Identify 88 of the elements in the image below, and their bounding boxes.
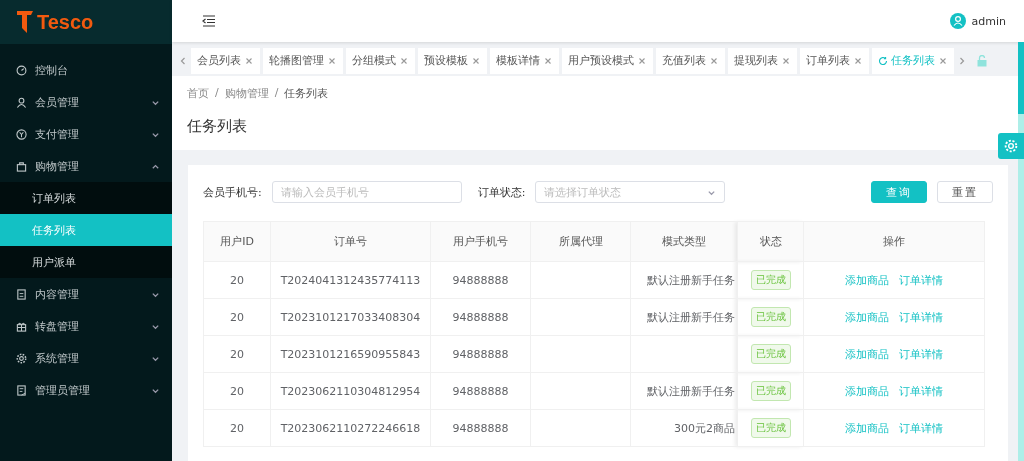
scrollbar-thumb[interactable] — [1018, 42, 1024, 114]
tab[interactable]: 轮播图管理 — [263, 48, 343, 74]
username[interactable]: admin — [971, 14, 1006, 28]
tab[interactable]: 提现列表 — [728, 48, 797, 74]
filter-label: 会员手机号: — [203, 184, 262, 200]
person-icon — [16, 96, 27, 108]
avatar-icon[interactable] — [949, 13, 966, 29]
id-card-icon — [16, 384, 27, 396]
table-cell: 300元2商品 — [674, 421, 735, 435]
tab[interactable]: 分组模式 — [346, 48, 415, 74]
breadcrumb-separator: / — [274, 86, 279, 101]
close-icon[interactable] — [543, 56, 553, 66]
refresh-icon — [878, 56, 888, 66]
table-cell: T2023062110304812954 — [270, 372, 431, 410]
status-tag: 已完成 — [750, 307, 791, 327]
tab[interactable]: 订单列表 — [800, 48, 869, 74]
table-cell: T2023101216590955843 — [270, 335, 431, 373]
breadcrumb-item: 任务列表 — [284, 86, 329, 101]
breadcrumb-separator: / — [215, 86, 219, 101]
table-cell: 94888888 — [430, 298, 531, 336]
table-cell: 默认注册新手任务 — [647, 310, 735, 324]
chevron-right-icon[interactable] — [957, 56, 967, 66]
column-header: 所属代理 — [530, 221, 631, 262]
menu-item[interactable]: 内容管理 — [0, 278, 172, 310]
settings-button[interactable] — [998, 133, 1024, 159]
close-icon[interactable] — [471, 56, 481, 66]
menu-item[interactable]: 控制台 — [0, 54, 172, 86]
table-cell: 94888888 — [430, 372, 531, 410]
status-tag: 已完成 — [750, 270, 791, 290]
menu-item[interactable]: 支付管理 — [0, 118, 172, 150]
close-icon[interactable] — [327, 56, 337, 66]
table-cell: 94888888 — [430, 409, 531, 447]
tab[interactable]: 预设模板 — [418, 48, 487, 74]
submenu-item[interactable]: 订单列表 — [0, 182, 172, 214]
table-cell: 20 — [203, 409, 271, 447]
tab[interactable]: 充值列表 — [656, 48, 725, 74]
settings-icon — [1004, 139, 1018, 153]
breadcrumb-item[interactable]: 购物管理 — [224, 86, 269, 101]
yen-icon — [16, 128, 27, 140]
column-header: 订单号 — [270, 221, 431, 262]
close-icon[interactable] — [853, 56, 863, 66]
close-icon[interactable] — [637, 56, 647, 66]
table-cell: 94888888 — [430, 335, 531, 373]
table-cell: 20 — [203, 298, 271, 336]
column-header: 用户手机号 — [430, 221, 531, 262]
gauge-icon — [16, 64, 27, 76]
logo-text: Tesco — [37, 10, 94, 34]
tab[interactable]: 模板详情 — [490, 48, 559, 74]
bag-icon — [16, 160, 27, 172]
tab[interactable]: 会员列表 — [191, 48, 260, 74]
close-icon[interactable] — [244, 56, 254, 66]
table-cell: 20 — [203, 261, 271, 299]
table-cell: T2024041312435774113 — [270, 261, 431, 299]
close-icon[interactable] — [709, 56, 719, 66]
table-cell: 20 — [203, 372, 271, 410]
column-header: 状态 — [737, 221, 804, 262]
table-cell: T2023062110272246618 — [270, 409, 431, 447]
status-tag: 已完成 — [750, 418, 791, 438]
table-cell: 默认注册新手任务 — [647, 384, 735, 398]
document-icon — [16, 288, 27, 300]
table-cell: T2023101217033408304 — [270, 298, 431, 336]
table-cell: 默认注册新手任务 — [647, 273, 735, 287]
logo-icon — [16, 10, 34, 34]
tab[interactable]: 用户预设模式 — [562, 48, 653, 74]
column-header: 操作 — [803, 221, 985, 262]
chevron-left-icon[interactable] — [178, 56, 188, 66]
menu-item[interactable]: 转盘管理 — [0, 310, 172, 342]
submenu-item[interactable]: 用户派单 — [0, 246, 172, 278]
status-tag: 已完成 — [750, 381, 791, 401]
breadcrumb-item[interactable]: 首页 — [187, 86, 209, 101]
close-icon[interactable] — [938, 56, 948, 66]
column-header: 模式类型 — [630, 221, 738, 262]
page-title: 任务列表 — [187, 117, 248, 136]
menu-item[interactable]: 管理员管理 — [0, 374, 172, 406]
table-cell: 20 — [203, 335, 271, 373]
gear-icon — [16, 352, 27, 364]
menu-item[interactable]: 会员管理 — [0, 86, 172, 118]
menu-fold-icon[interactable] — [202, 15, 216, 27]
filter-label: 订单状态: — [477, 184, 526, 200]
close-icon[interactable] — [399, 56, 409, 66]
status-tag: 已完成 — [750, 344, 791, 364]
column-header: 用户ID — [203, 221, 271, 262]
menu-item[interactable]: 购物管理 — [0, 150, 172, 182]
menu-item[interactable]: 系统管理 — [0, 342, 172, 374]
table-cell: 94888888 — [430, 261, 531, 299]
reset-button[interactable]: 重置 — [937, 181, 993, 203]
gift-icon — [16, 320, 27, 332]
close-icon[interactable] — [781, 56, 791, 66]
